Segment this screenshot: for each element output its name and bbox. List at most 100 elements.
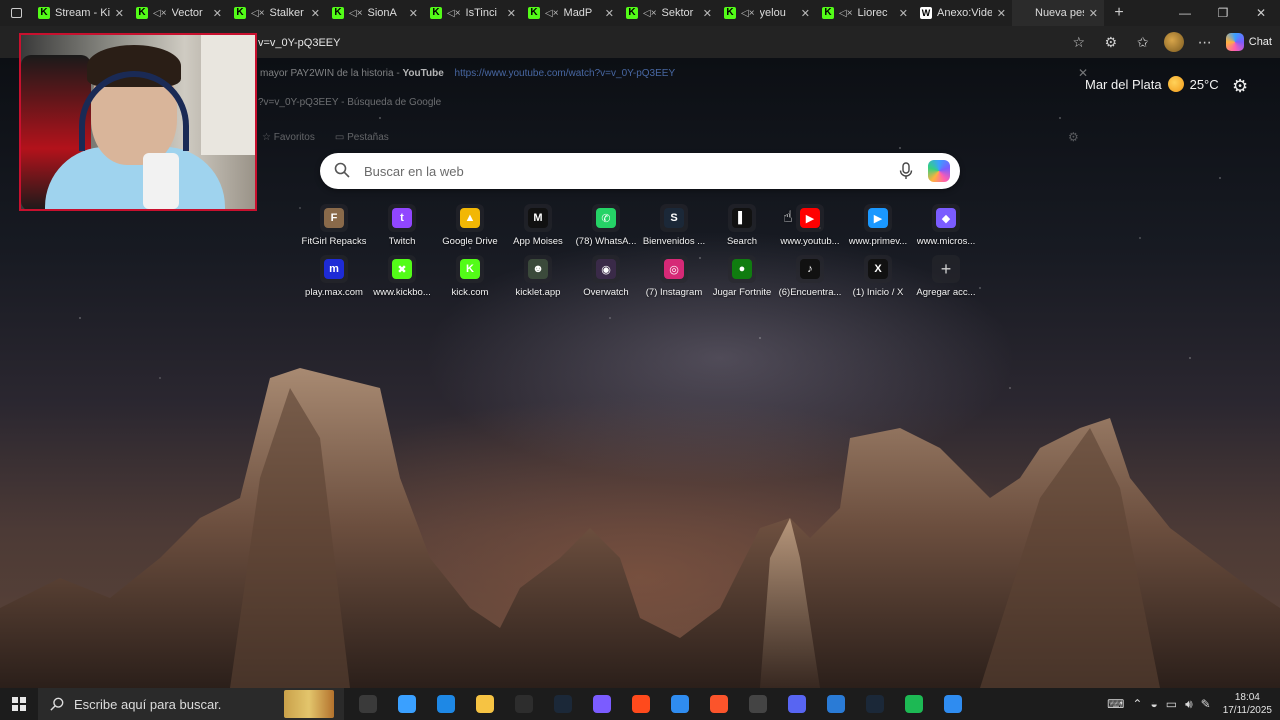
favorite-star-icon[interactable]: ☆ bbox=[1068, 34, 1090, 51]
taskbar-app[interactable] bbox=[777, 688, 816, 720]
browser-tab[interactable]: K ◁× Vector ✕ bbox=[130, 0, 228, 26]
taskbar-app[interactable] bbox=[543, 688, 582, 720]
address-input[interactable]: v=v_0Y-pQ3EEY bbox=[258, 37, 340, 49]
tabs-link[interactable]: ▭ Pestañas bbox=[335, 132, 389, 143]
quick-link[interactable]: ☻ kicklet.app bbox=[504, 255, 572, 298]
copilot-search-icon[interactable] bbox=[928, 160, 950, 182]
new-tab-button[interactable]: + bbox=[1104, 4, 1134, 22]
muted-speaker-icon[interactable]: ◁× bbox=[741, 8, 755, 19]
suggestion-google[interactable]: ?v=v_0Y-pQ3EEY - Búsqueda de Google bbox=[258, 97, 441, 108]
muted-speaker-icon[interactable]: ◁× bbox=[153, 8, 167, 19]
taskbar-app[interactable] bbox=[738, 688, 777, 720]
taskbar-app[interactable] bbox=[426, 688, 465, 720]
taskbar-app[interactable] bbox=[855, 688, 894, 720]
close-tab-icon[interactable]: ✕ bbox=[507, 7, 516, 20]
copilot-chat-button[interactable]: Chat bbox=[1225, 33, 1272, 51]
taskbar-app[interactable] bbox=[699, 688, 738, 720]
taskbar-app[interactable] bbox=[348, 688, 387, 720]
browser-tab[interactable]: K ◁× Liorec ✕ bbox=[816, 0, 914, 26]
suggestion-youtube[interactable]: mayor PAY2WIN de la historia - YouTube h… bbox=[260, 68, 675, 79]
quick-link[interactable]: F FitGirl Repacks bbox=[300, 204, 368, 247]
more-menu-icon[interactable]: ⋯ bbox=[1194, 34, 1216, 51]
taskbar-clock[interactable]: 18:04 17/11/2025 bbox=[1223, 691, 1272, 717]
taskbar-app[interactable] bbox=[894, 688, 933, 720]
quick-link[interactable]: ◉ Overwatch bbox=[572, 255, 640, 298]
maximize-icon[interactable]: ❐ bbox=[1204, 0, 1242, 26]
browser-tab[interactable]: K ◁× MadP ✕ bbox=[522, 0, 620, 26]
search-input[interactable] bbox=[364, 161, 884, 181]
taskbar-app[interactable] bbox=[465, 688, 504, 720]
weather-widget[interactable]: Mar del Plata 25°C bbox=[1085, 76, 1219, 92]
minimize-icon[interactable]: — bbox=[1166, 0, 1204, 26]
muted-speaker-icon[interactable]: ◁× bbox=[545, 8, 559, 19]
taskbar-search[interactable]: Escribe aquí para buscar. bbox=[38, 688, 344, 720]
quick-link[interactable]: ✆ (78) WhatsA... bbox=[572, 204, 640, 247]
quick-link[interactable]: X (1) Inicio / X bbox=[844, 255, 912, 298]
taskbar-app[interactable] bbox=[387, 688, 426, 720]
muted-speaker-icon[interactable]: ◁× bbox=[643, 8, 657, 19]
close-tab-icon[interactable]: ✕ bbox=[997, 7, 1006, 20]
close-tab-icon[interactable]: ✕ bbox=[899, 7, 908, 20]
taskbar-app[interactable] bbox=[621, 688, 660, 720]
browser-tab[interactable]: K ◁× Stalker ✕ bbox=[228, 0, 326, 26]
quick-link[interactable]: ▶ www.primev... bbox=[844, 204, 912, 247]
favorites-link[interactable]: ☆ Favoritos bbox=[262, 132, 315, 143]
favorites-icon[interactable]: ✩ bbox=[1132, 34, 1154, 51]
quick-link[interactable]: ♪ (6)Encuentra... bbox=[776, 255, 844, 298]
taskbar-app[interactable] bbox=[504, 688, 543, 720]
extensions-icon[interactable]: ⚙ bbox=[1100, 34, 1122, 51]
close-tab-icon[interactable]: ✕ bbox=[703, 7, 712, 20]
microphone-icon[interactable] bbox=[898, 162, 914, 180]
volume-icon[interactable]: 🔊︎ bbox=[1185, 697, 1193, 712]
muted-speaker-icon[interactable]: ◁× bbox=[349, 8, 363, 19]
profile-avatar[interactable] bbox=[1163, 32, 1184, 52]
browser-tab[interactable]: K ◁× yelou ✕ bbox=[718, 0, 816, 26]
quick-link[interactable]: m play.max.com bbox=[300, 255, 368, 298]
close-tab-icon[interactable]: ✕ bbox=[1089, 7, 1098, 20]
drink-cup bbox=[143, 153, 179, 209]
browser-tab[interactable]: K ◁× IsTinci ✕ bbox=[424, 0, 522, 26]
tab-title: MadP bbox=[563, 7, 593, 19]
quick-link[interactable]: S Bienvenidos ... bbox=[640, 204, 708, 247]
taskbar-app-icon bbox=[943, 695, 962, 713]
suggestion-settings-icon[interactable]: ⚙ bbox=[1068, 130, 1079, 144]
browser-tab[interactable]: Nueva pest ✕ bbox=[1012, 0, 1104, 26]
show-hidden-icons[interactable]: ⌃ bbox=[1132, 697, 1142, 711]
taskbar-app[interactable] bbox=[660, 688, 699, 720]
quick-link[interactable]: ● Jugar Fortnite bbox=[708, 255, 776, 298]
browser-tab[interactable]: K Stream - Ki ✕ bbox=[32, 0, 130, 26]
quick-link[interactable]: ✖ www.kickbo... bbox=[368, 255, 436, 298]
quick-link[interactable]: M App Moises bbox=[504, 204, 572, 247]
taskbar-app[interactable] bbox=[816, 688, 855, 720]
muted-speaker-icon[interactable]: ◁× bbox=[447, 8, 461, 19]
taskbar-app[interactable] bbox=[582, 688, 621, 720]
browser-tab[interactable]: K ◁× SionA ✕ bbox=[326, 0, 424, 26]
start-button[interactable] bbox=[0, 688, 38, 720]
close-window-icon[interactable]: ✕ bbox=[1242, 0, 1280, 26]
quick-link[interactable]: + Agregar acc... bbox=[912, 255, 980, 298]
close-tab-icon[interactable]: ✕ bbox=[409, 7, 418, 20]
tab-actions-icon[interactable] bbox=[0, 0, 32, 26]
browser-tab[interactable]: W Anexo:Vide ✕ bbox=[914, 0, 1012, 26]
taskbar-app[interactable] bbox=[933, 688, 972, 720]
quick-link[interactable]: t Twitch bbox=[368, 204, 436, 247]
pen-icon[interactable]: ✎ bbox=[1201, 697, 1211, 711]
close-tab-icon[interactable]: ✕ bbox=[801, 7, 810, 20]
page-settings-icon[interactable]: ⚙ bbox=[1232, 76, 1248, 97]
display-icon[interactable]: ▭ bbox=[1166, 697, 1177, 711]
network-icon[interactable]: ◒ bbox=[1150, 697, 1157, 711]
quick-link[interactable]: ◆ www.micros... bbox=[912, 204, 980, 247]
muted-speaker-icon[interactable]: ◁× bbox=[839, 8, 853, 19]
close-tab-icon[interactable]: ✕ bbox=[605, 7, 614, 20]
keyboard-icon[interactable]: ⌨ bbox=[1107, 697, 1124, 711]
close-tab-icon[interactable]: ✕ bbox=[213, 7, 222, 20]
quick-link[interactable]: ▌ Search bbox=[708, 204, 776, 247]
browser-tab[interactable]: K ◁× Sektor ✕ bbox=[620, 0, 718, 26]
muted-speaker-icon[interactable]: ◁× bbox=[251, 8, 265, 19]
close-tab-icon[interactable]: ✕ bbox=[115, 7, 124, 20]
taskbar-app-icon bbox=[592, 695, 611, 713]
quick-link[interactable]: Kkick.com bbox=[436, 255, 504, 298]
quick-link[interactable]: ▲ Google Drive bbox=[436, 204, 504, 247]
quick-link[interactable]: ◎ (7) Instagram bbox=[640, 255, 708, 298]
close-tab-icon[interactable]: ✕ bbox=[311, 7, 320, 20]
